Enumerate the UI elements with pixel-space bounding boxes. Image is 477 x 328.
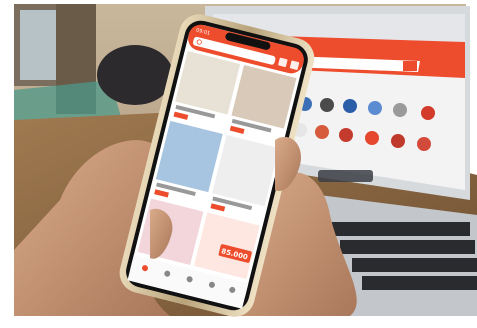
scene-svg: 09:01 85.000 — [0, 0, 477, 323]
black-bag — [97, 45, 173, 105]
photo-scene: 09:01 85.000 — [0, 0, 477, 323]
web-search-button — [403, 61, 417, 71]
mac-dock — [318, 170, 373, 182]
